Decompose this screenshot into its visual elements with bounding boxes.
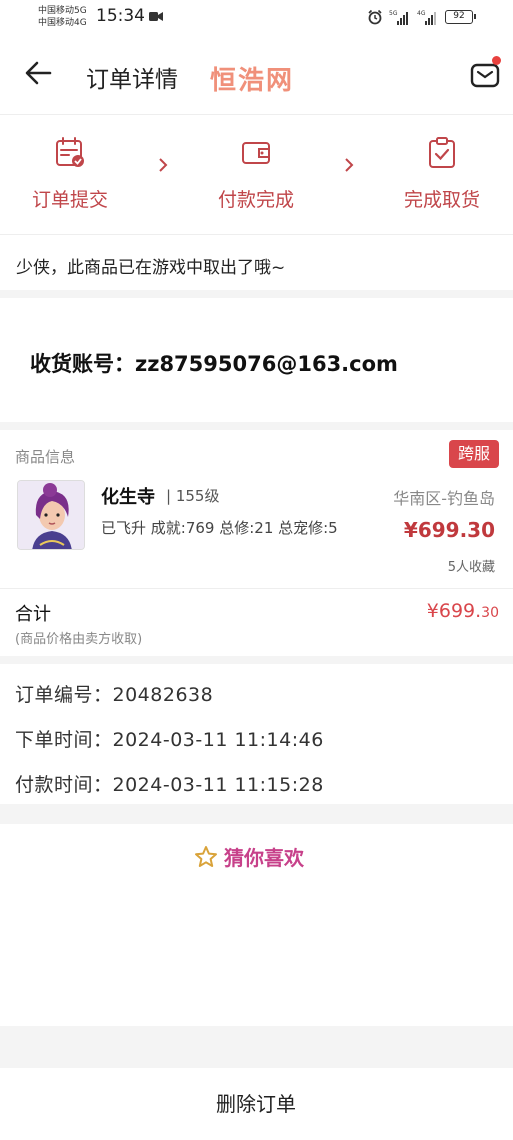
signal-5g-icon: 5G: [389, 10, 408, 25]
total-label: 合计: [15, 604, 51, 625]
status-time: 15:34: [96, 6, 145, 26]
carrier-info: 中国移动5G 中国移动4G: [38, 5, 87, 29]
goods-server: 华南区-钓鱼岛: [393, 489, 495, 508]
signal-4g-icon: 4G: [417, 10, 436, 25]
goods-name: 化生寺: [101, 487, 155, 508]
step-label: 付款完成: [217, 189, 294, 211]
back-arrow-icon[interactable]: [20, 58, 56, 88]
character-avatar[interactable]: [17, 480, 85, 550]
delete-order-button[interactable]: 删除订单: [170, 1080, 342, 1128]
wallet-icon: [242, 142, 270, 164]
recommend-header: 猜你喜欢: [194, 842, 304, 871]
svg-text:4G: 4G: [417, 10, 426, 17]
nav-bar: 订单详情 恒浩网: [0, 34, 513, 114]
clipboard-check-icon: [429, 137, 455, 168]
divider: [0, 588, 513, 589]
notification-dot: [492, 56, 501, 65]
goods-price: ¥699.30: [403, 518, 495, 542]
step-order-submitted: 订单提交: [15, 135, 125, 212]
page-title: 订单详情: [86, 67, 178, 93]
status-bar: 中国移动5G 中国移动4G 15:34 5G 4G 92: [0, 0, 513, 34]
battery-indicator: 92: [445, 10, 476, 24]
goods-info-card: 商品信息 跨服 化生寺 | 155级 华南区-钓鱼岛 已飞升 成就:769 总修…: [0, 430, 513, 656]
order-time: 下单时间：2024-03-11 11:14:46: [15, 729, 324, 751]
step-payment-complete: 付款完成: [201, 135, 311, 212]
goods-level: | 155级: [166, 487, 220, 505]
status-icons: 5G 4G 92: [367, 8, 476, 26]
order-number: 订单编号：20482638: [15, 684, 214, 706]
total-note: (商品价格由卖方收取): [15, 632, 143, 647]
step-label: 完成取货: [403, 189, 480, 211]
account-section: 收货账号：zz87595076@163.com: [0, 298, 513, 422]
bottom-bar: 删除订单: [0, 1068, 513, 1140]
goods-section-title: 商品信息: [15, 448, 76, 466]
chevron-right-icon: [159, 158, 168, 172]
star-icon: [195, 845, 217, 867]
total-price-decimal: 30: [481, 605, 499, 621]
goods-stats: 已飞升 成就:769 总修:21 总宠修:5: [101, 519, 338, 537]
alarm-icon: [368, 9, 382, 25]
step-label: 订单提交: [31, 189, 108, 211]
video-icon: [149, 12, 163, 21]
step-pickup-complete: 完成取货: [387, 135, 497, 212]
svg-text:5G: 5G: [389, 10, 398, 17]
total-price: ¥699.30: [427, 600, 499, 622]
calendar-check-icon: [56, 137, 84, 167]
total-price-main: ¥699.: [426, 600, 482, 622]
notice-text: 少侠，此商品已在游戏中取出了哦~: [16, 258, 286, 278]
cross-server-badge: 跨服: [449, 440, 499, 468]
carrier-2: 中国移动4G: [38, 18, 87, 28]
payment-time: 付款时间：2024-03-11 11:15:28: [15, 774, 324, 796]
carrier-1: 中国移动5G: [38, 6, 87, 16]
watermark-logo: 恒浩网: [210, 66, 295, 96]
recommend-section: 猜你喜欢: [0, 824, 513, 1026]
chevron-right-icon: [345, 158, 354, 172]
receiving-account: 收货账号：zz87595076@163.com: [30, 352, 398, 376]
order-info-section: 订单编号：20482638 下单时间：2024-03-11 11:14:46 付…: [0, 664, 513, 804]
favorites-count: 5人收藏: [447, 560, 495, 575]
character-portrait-icon: [18, 481, 84, 549]
notice-banner: 少侠，此商品已在游戏中取出了哦~: [0, 234, 513, 290]
order-progress: 订单提交 付款完成 完成取货: [0, 114, 513, 234]
recommend-title: 猜你喜欢: [224, 846, 304, 870]
